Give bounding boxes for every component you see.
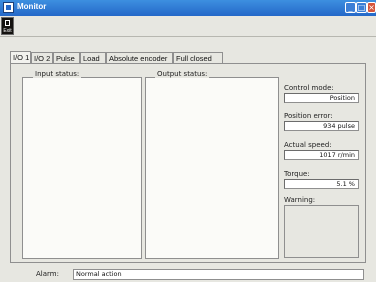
actual-speed-value: 1017 r/min: [284, 150, 359, 160]
monitor-app-icon: [3, 2, 14, 13]
control-mode-value: Position: [284, 93, 359, 103]
tab-io1[interactable]: I/O 1: [10, 51, 31, 63]
maximize-button[interactable]: □: [356, 2, 367, 13]
position-error-value: 934 pulse: [284, 121, 359, 131]
exit-button[interactable]: Exit: [1, 17, 14, 35]
torque-value: 5.1 %: [284, 179, 359, 189]
alarm-label: Alarm:: [36, 270, 59, 278]
warning-box: [284, 205, 359, 258]
tab-full-closed[interactable]: Full closed: [173, 52, 223, 63]
exit-icon: [5, 20, 10, 26]
actual-speed-label: Actual speed:: [284, 141, 332, 149]
torque-label: Torque:: [284, 170, 310, 178]
tab-io2[interactable]: I/O 2: [31, 52, 53, 63]
exit-label: Exit: [3, 28, 12, 34]
output-status-group: +AServo ready-Servo alarm-In-position+AB…: [145, 77, 279, 259]
warning-label: Warning:: [284, 196, 316, 204]
control-mode-label: Control mode:: [284, 84, 334, 92]
close-button[interactable]: ×: [367, 2, 376, 13]
tab-absolute-encoder[interactable]: Absolute encoder: [106, 52, 173, 63]
minimize-button[interactable]: _: [345, 2, 356, 13]
output-status-label: Output status:: [155, 70, 210, 78]
toolbar: [0, 16, 376, 37]
tab-pulse[interactable]: Pulse: [53, 52, 80, 63]
io1-panel: +AServo-ON-Alarm clear+ACW overtravel in…: [10, 63, 366, 263]
position-error-label: Position error:: [284, 112, 333, 120]
input-status-group: +AServo-ON-Alarm clear+ACW overtravel in…: [22, 77, 142, 259]
title-bar[interactable]: Monitor _ □ ×: [0, 0, 376, 16]
window-title: Monitor: [17, 2, 47, 11]
tab-load[interactable]: Load: [80, 52, 106, 63]
alarm-value: Normal action: [73, 269, 364, 280]
input-status-label: Input status:: [33, 70, 82, 78]
